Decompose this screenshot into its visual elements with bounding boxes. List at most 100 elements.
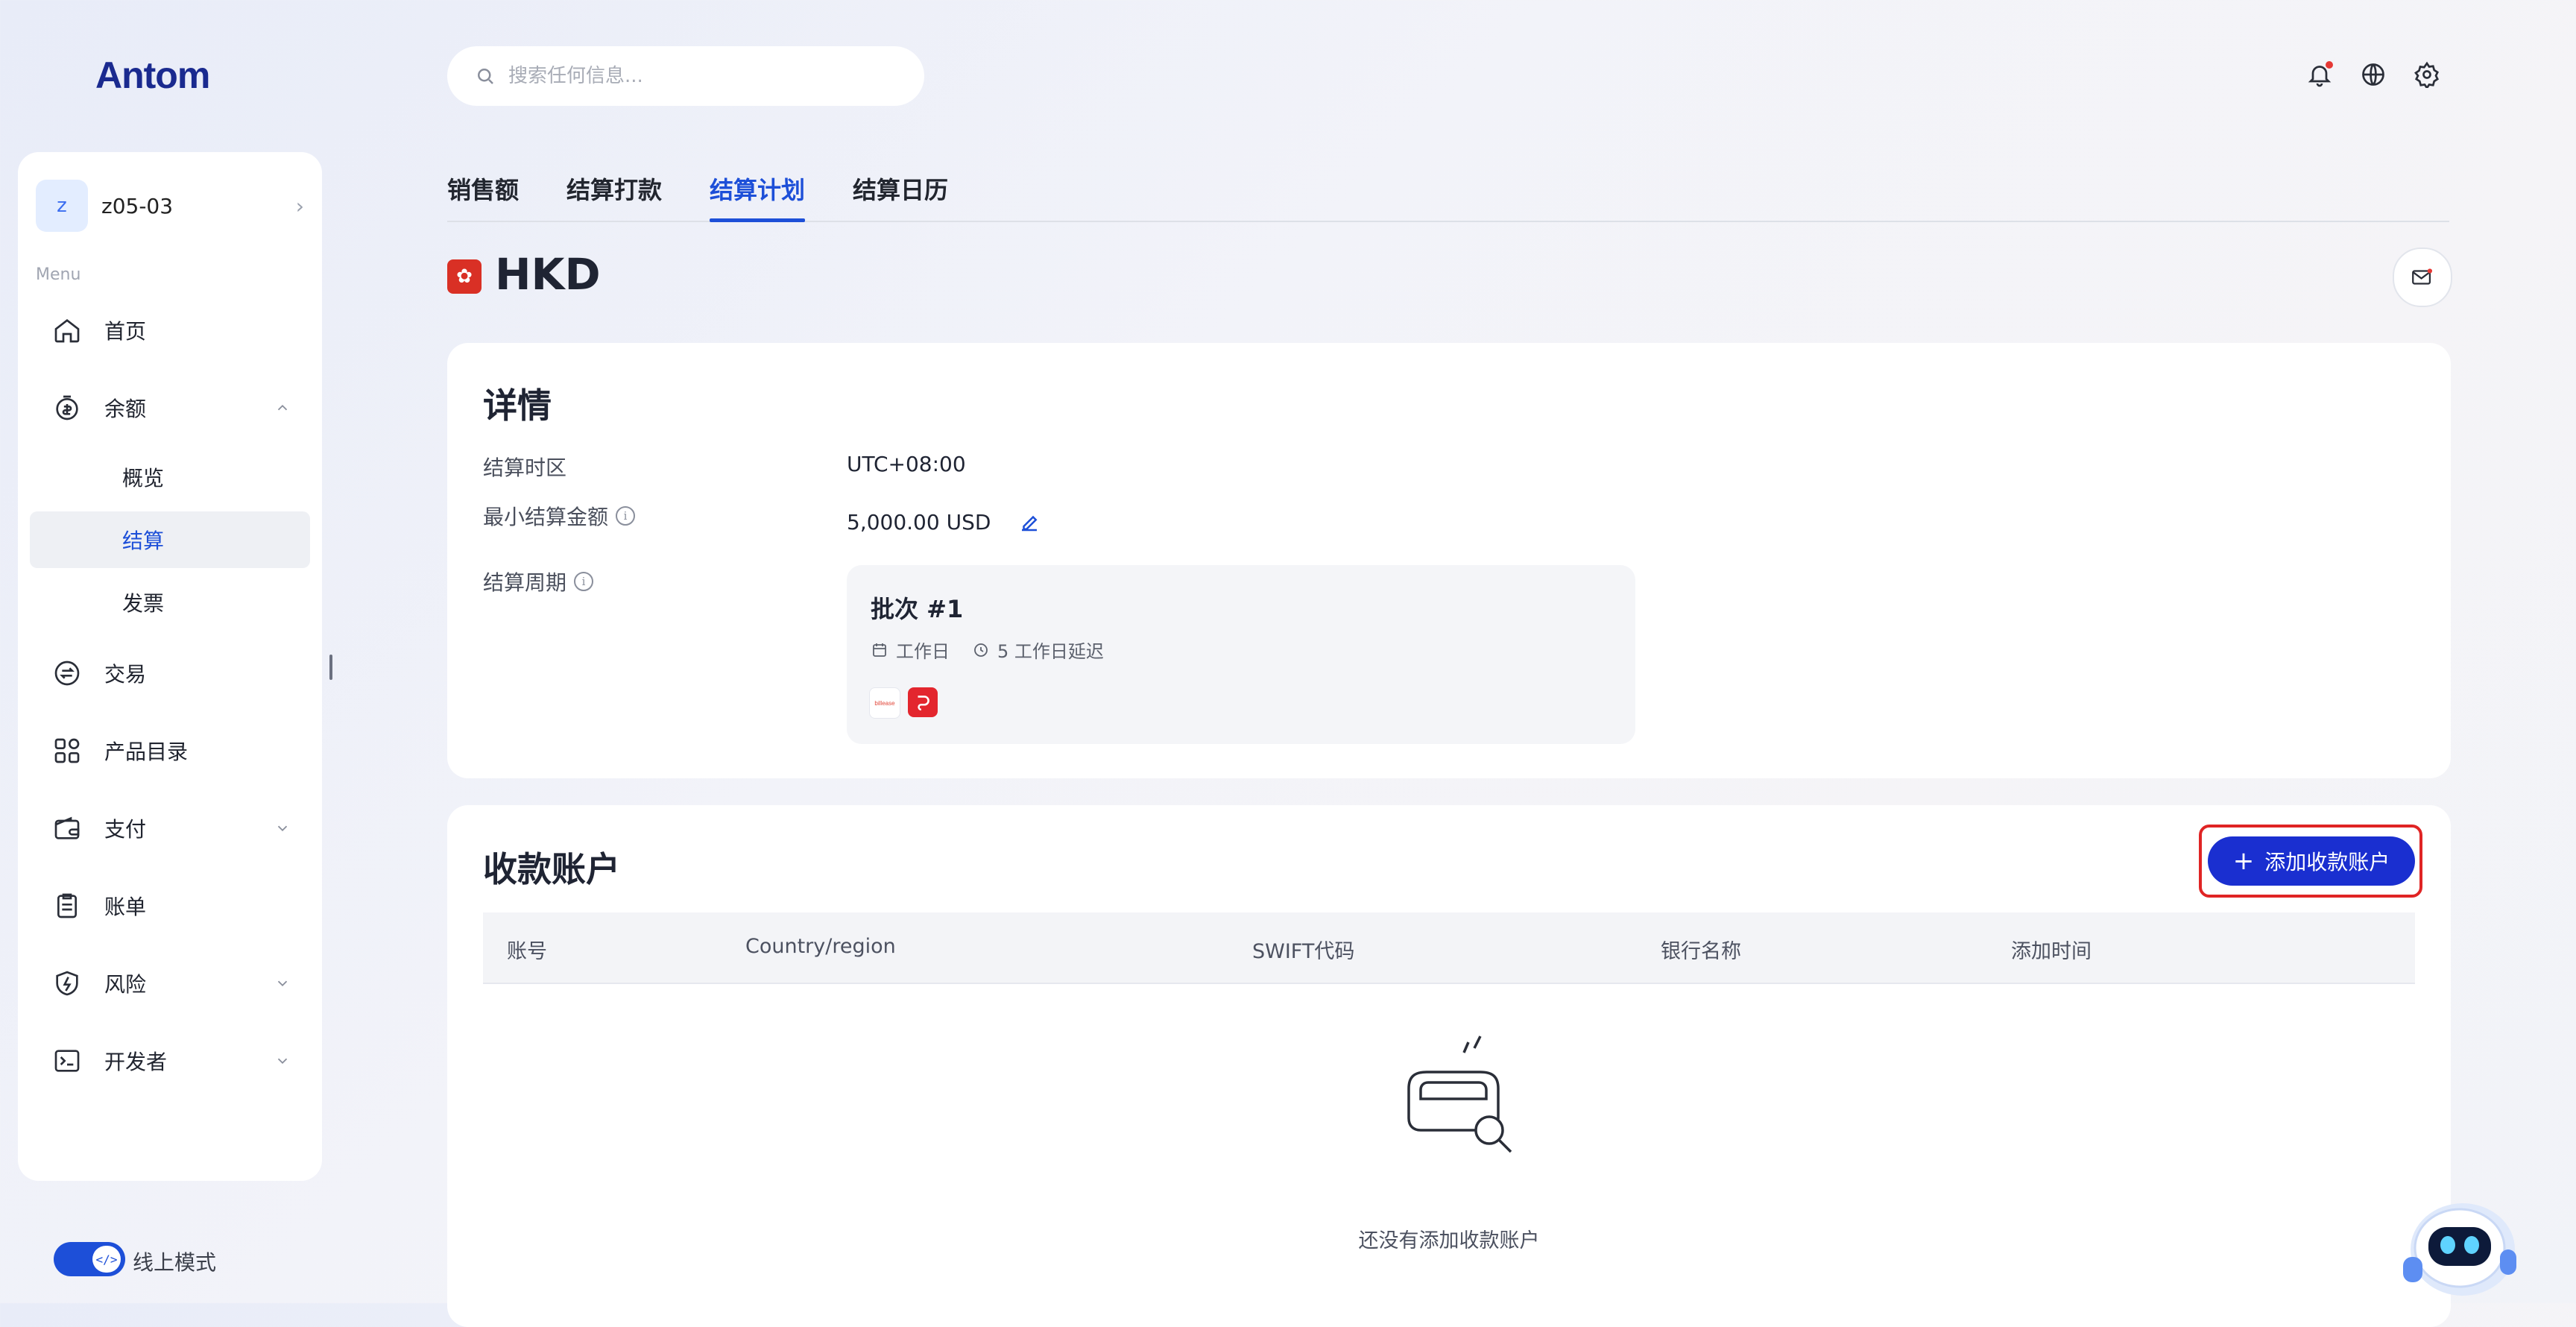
column-header-added-time: 添加时间 [2011, 940, 2092, 963]
clock-icon [974, 643, 988, 657]
column-header-swift: SWIFT代码 [1252, 940, 1355, 963]
mail-icon [2412, 268, 2433, 285]
cycle-label-text: 结算周期 [483, 570, 567, 595]
terminal-icon [51, 1044, 83, 1077]
sidebar: z z05-03 › Menu 首页 余额 概览 结算 发票 交易 产品目录 支… [18, 152, 322, 1181]
transaction-icon [51, 657, 83, 690]
batch-card: 批次 #1 工作日 5 工作日延迟 billease [847, 565, 1635, 744]
receiving-accounts-card: 收款账户 + 添加收款账户 账号 Country/region SWIFT代码 … [447, 805, 2451, 1327]
menu-section-label: Menu [36, 265, 81, 284]
chevron-down-icon [277, 1058, 288, 1065]
sidebar-item-label: 产品目录 [104, 740, 189, 764]
min-amount-label-text: 最小结算金额 [483, 505, 609, 529]
sidebar-subitem-label: 发票 [122, 591, 165, 616]
info-icon[interactable]: i [574, 572, 594, 591]
notifications-button[interactable] [2303, 58, 2336, 91]
details-card: 详情 结算时区 UTC+08:00 最小结算金额 i 5,000.00 USD … [447, 343, 2451, 778]
search-input[interactable] [507, 64, 897, 88]
sidebar-item-payments[interactable]: 支付 [30, 799, 310, 857]
sidebar-subitem-settlement[interactable]: 结算 [30, 511, 310, 568]
sidebar-item-label: 账单 [104, 895, 147, 919]
calendar-icon [873, 643, 886, 657]
empty-box-icon [1407, 1036, 1512, 1153]
plus-icon: + [2232, 846, 2255, 876]
tab-sales[interactable]: 销售额 [447, 171, 519, 206]
search-bar[interactable] [447, 46, 924, 106]
timezone-value: UTC+08:00 [847, 452, 966, 476]
tab-payouts[interactable]: 结算打款 [566, 171, 662, 206]
billease-logo-text: billease [874, 699, 895, 707]
add-account-label: 添加收款账户 [2264, 850, 2390, 874]
column-header-country: Country/region [745, 935, 896, 958]
min-amount-value: 5,000.00 USD [847, 510, 991, 535]
merchant-name: z05-03 [101, 193, 174, 218]
billease-logo: billease [869, 687, 900, 719]
batch-day-type: 工作日 [896, 641, 950, 662]
sidebar-item-home[interactable]: 首页 [30, 301, 310, 359]
sidebar-subitem-label: 概览 [122, 466, 165, 491]
chevron-down-icon [277, 980, 288, 987]
batch-delay: 5 工作日延迟 [997, 641, 1104, 662]
sidebar-item-label: 风险 [104, 972, 147, 997]
sidebar-subitem-overview[interactable]: 概览 [30, 449, 310, 505]
sidebar-collapse-handle[interactable] [329, 655, 332, 680]
home-icon [51, 314, 83, 347]
sidebar-item-catalog[interactable]: 产品目录 [30, 722, 310, 780]
column-header-bank: 银行名称 [1661, 940, 1741, 963]
accounts-title: 收款账户 [483, 849, 620, 889]
app-logo[interactable]: Antom [95, 54, 210, 97]
empty-state-text: 还没有添加收款账户 [1358, 1229, 1540, 1252]
hk-flag-icon: ✿ [447, 259, 482, 294]
chevron-right-icon: › [295, 194, 304, 218]
sidebar-item-transactions[interactable]: 交易 [30, 644, 310, 702]
wallet-icon [51, 812, 83, 845]
gear-icon [2414, 61, 2439, 88]
shield-icon [51, 967, 83, 1000]
tab-settlement-calendar[interactable]: 结算日历 [853, 171, 948, 206]
sidebar-item-risk[interactable]: 风险 [30, 954, 310, 1012]
notification-dot [2326, 61, 2333, 69]
search-icon [478, 69, 493, 84]
sidebar-item-bills[interactable]: 账单 [30, 877, 310, 935]
settlement-tabs: 销售额 结算打款 结算计划 结算日历 [447, 166, 2449, 222]
live-mode-toggle[interactable]: </> [54, 1242, 125, 1276]
cycle-label: 结算周期 i [483, 567, 594, 596]
info-icon[interactable]: i [616, 506, 636, 526]
merchant-switcher[interactable]: z z05-03 › [36, 179, 304, 233]
sidebar-subitem-label: 结算 [122, 529, 165, 553]
assistant-robot-icon[interactable] [2388, 1190, 2522, 1302]
sidebar-item-developers[interactable]: 开发者 [30, 1032, 310, 1090]
batch-title: 批次 #1 [871, 595, 964, 623]
timezone-label: 结算时区 [483, 452, 566, 482]
chevron-down-icon [277, 825, 288, 832]
avatar: z [36, 180, 88, 232]
balance-icon [51, 391, 83, 424]
active-tab-indicator [710, 218, 805, 222]
chevron-up-icon [277, 404, 288, 411]
red-wallet-logo [908, 687, 938, 717]
language-button[interactable] [2357, 58, 2390, 91]
bill-icon [51, 889, 83, 922]
add-account-highlight: + 添加收款账户 [2199, 825, 2422, 898]
tab-settlement-plan[interactable]: 结算计划 [710, 171, 805, 206]
sidebar-item-label: 首页 [104, 319, 147, 344]
sidebar-item-label: 开发者 [104, 1050, 168, 1074]
column-header-account: 账号 [507, 940, 547, 963]
sidebar-item-label: 支付 [104, 817, 147, 842]
add-account-button[interactable]: + 添加收款账户 [2208, 836, 2415, 886]
catalog-icon [51, 734, 83, 767]
timezone-label-text: 结算时区 [483, 456, 567, 480]
currency-title: HKD [495, 249, 601, 300]
sidebar-item-balance[interactable]: 余额 [30, 379, 310, 437]
email-notify-button[interactable] [2393, 248, 2452, 307]
min-amount-label: 最小结算金额 i [483, 501, 636, 531]
settings-button[interactable] [2411, 58, 2443, 91]
edit-icon[interactable] [1018, 511, 1041, 534]
accounts-table-header: 账号 Country/region SWIFT代码 银行名称 添加时间 [483, 912, 2415, 984]
sidebar-subitem-invoice[interactable]: 发票 [30, 574, 310, 631]
live-mode-label: 线上模式 [133, 1250, 217, 1275]
sidebar-item-label: 余额 [104, 397, 147, 421]
code-icon: </> [92, 1246, 121, 1273]
sidebar-item-label: 交易 [104, 662, 147, 687]
details-title: 详情 [483, 385, 552, 426]
